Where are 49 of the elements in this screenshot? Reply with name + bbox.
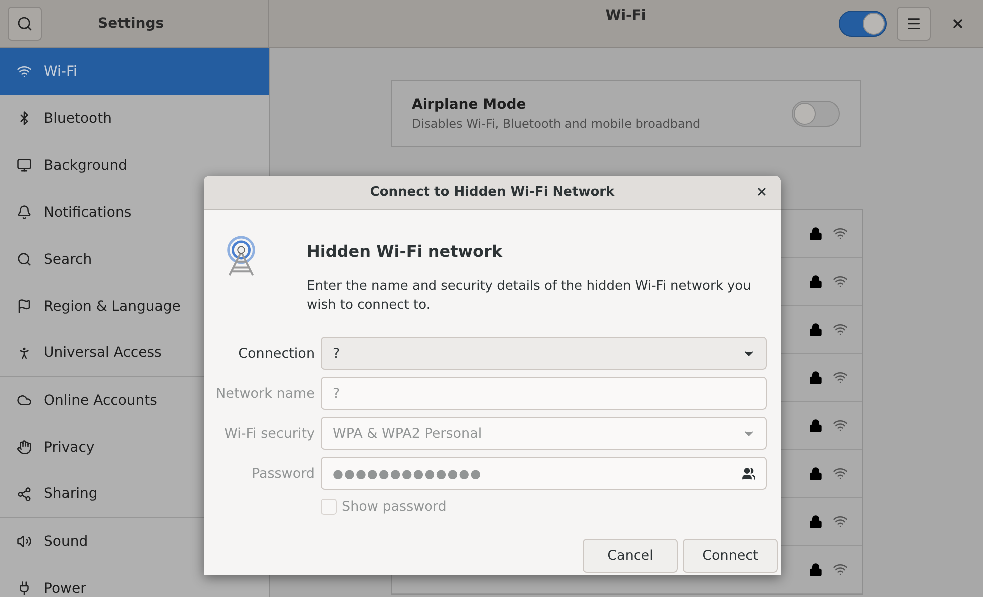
monitor-icon [17, 158, 32, 173]
airplane-mode-title: Airplane Mode [412, 96, 528, 112]
share-icon [17, 486, 32, 502]
wifi-switch[interactable] [839, 10, 887, 36]
wifi-signal-icon [833, 322, 848, 337]
wifi-icon [17, 64, 32, 79]
airplane-mode-subtitle: Disables Wi-Fi, Bluetooth and mobile broadband [412, 116, 701, 130]
close-icon [756, 186, 768, 198]
bell-icon [17, 205, 32, 220]
sidebar-item[interactable]: Region & Language [0, 283, 269, 330]
sidebar-item[interactable]: Wi-Fi [0, 48, 269, 95]
wifi-signal-icon [833, 418, 848, 433]
sidebar-item[interactable]: Notifications [0, 189, 269, 236]
airplane-mode-switch[interactable] [792, 100, 840, 126]
sidebar-item[interactable]: Power [0, 565, 269, 597]
field-label: Network name [215, 386, 315, 402]
person-icon [17, 346, 32, 360]
wifi-signal-icon [833, 226, 848, 241]
search-icon [17, 16, 33, 32]
search-icon [17, 252, 32, 267]
people-icon [742, 466, 756, 480]
wifi-signal-icon [833, 466, 848, 481]
field-label: Wi-Fi security [224, 426, 315, 442]
sidebar-item[interactable]: Background [0, 142, 269, 189]
plug-icon [17, 581, 32, 596]
dialog-button[interactable]: Connect [683, 539, 778, 573]
menu-button[interactable] [897, 6, 931, 40]
dialog-description: Enter the name and security details of the hidden Wi-Fi network you wish to connect to. [307, 278, 752, 315]
hand-icon [17, 440, 32, 455]
flag-icon [17, 299, 32, 314]
wifi-signal-icon [833, 274, 848, 289]
close-icon[interactable] [951, 16, 965, 30]
dialog-button[interactable]: Cancel [583, 539, 678, 573]
dialog-title: Connect to Hidden Wi-Fi Network [370, 185, 615, 200]
sidebar-item[interactable]: Bluetooth [0, 95, 269, 142]
speaker-icon [17, 534, 32, 549]
page-title: Wi-Fi [606, 8, 646, 24]
dialog-heading: Hidden Wi-Fi network [307, 242, 504, 261]
search-button[interactable] [8, 6, 42, 40]
wifi-signal-icon [833, 370, 848, 385]
dropdown[interactable]: ? [321, 337, 767, 370]
wifi-signal-icon [833, 514, 848, 529]
checkbox-label: Show password [342, 499, 447, 515]
wifi-signal-icon [833, 562, 848, 577]
cloud-icon [17, 393, 32, 408]
menu-icon [906, 16, 922, 32]
sidebar-item[interactable]: Search [0, 236, 269, 283]
sidebar-title: Settings [98, 16, 164, 32]
sidebar-item[interactable]: Sound [0, 518, 269, 565]
